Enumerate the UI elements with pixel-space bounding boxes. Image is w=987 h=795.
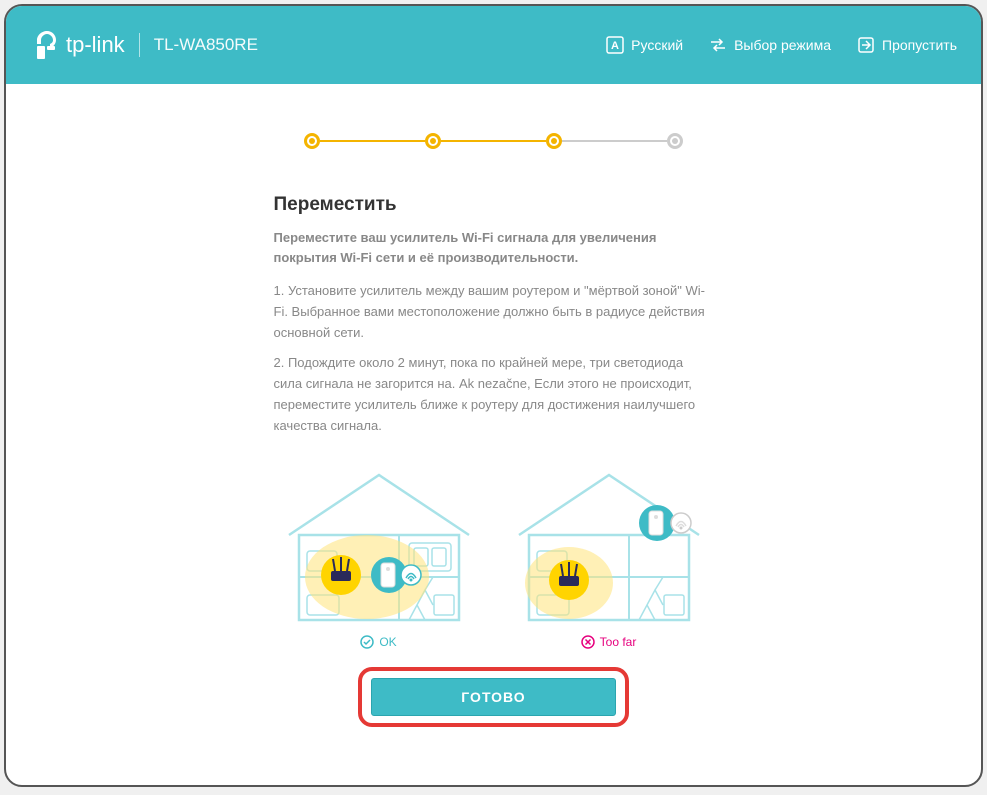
diagram-ok: OK — [279, 465, 479, 649]
step-4 — [667, 133, 683, 149]
mode-select-button[interactable]: Выбор режима — [709, 36, 831, 54]
check-circle-icon — [360, 635, 374, 649]
main-text: Переместить Переместите ваш усилитель Wi… — [274, 194, 714, 437]
content-area: Переместить Переместите ваш усилитель Wi… — [20, 98, 967, 771]
diagram-too-far: Too far — [509, 465, 709, 649]
step-2 — [425, 133, 441, 149]
house-bad-illustration — [509, 465, 709, 625]
page-subtitle: Переместите ваш усилитель Wi-Fi сигнала … — [274, 228, 714, 267]
ok-label: OK — [279, 635, 479, 649]
mode-icon — [709, 36, 727, 54]
logo: tp-link — [34, 30, 125, 60]
header: tp-link TL-WA850RE A Русский Выбор режим… — [6, 6, 981, 84]
button-container: ГОТОВО — [20, 667, 967, 727]
instruction-1: 1. Установите усилитель между вашим роут… — [274, 281, 714, 343]
instruction-2: 2. Подождите около 2 минут, пока по край… — [274, 353, 714, 436]
page-title: Переместить — [274, 194, 714, 216]
language-selector[interactable]: A Русский — [606, 36, 683, 54]
header-right: A Русский Выбор режима Пропустить — [606, 36, 957, 54]
skip-icon — [857, 36, 875, 54]
skip-label: Пропустить — [882, 37, 957, 53]
skip-button[interactable]: Пропустить — [857, 36, 957, 54]
divider — [139, 33, 140, 57]
highlight-annotation: ГОТОВО — [358, 667, 629, 727]
tplink-logo-icon — [34, 30, 60, 60]
brand-text: tp-link — [66, 32, 125, 58]
language-label: Русский — [631, 37, 683, 53]
language-icon: A — [606, 36, 624, 54]
step-line-1 — [320, 140, 425, 142]
header-left: tp-link TL-WA850RE — [34, 30, 258, 60]
step-line-3 — [562, 140, 667, 142]
too-far-label: Too far — [509, 635, 709, 649]
model-name: TL-WA850RE — [154, 35, 258, 55]
progress-stepper — [20, 133, 967, 149]
house-ok-illustration — [279, 465, 479, 625]
diagrams-row: OK — [20, 465, 967, 649]
mode-label: Выбор режима — [734, 37, 831, 53]
done-button[interactable]: ГОТОВО — [371, 678, 616, 716]
x-circle-icon — [581, 635, 595, 649]
step-1 — [304, 133, 320, 149]
step-line-2 — [441, 140, 546, 142]
step-3 — [546, 133, 562, 149]
svg-text:A: A — [611, 40, 619, 52]
